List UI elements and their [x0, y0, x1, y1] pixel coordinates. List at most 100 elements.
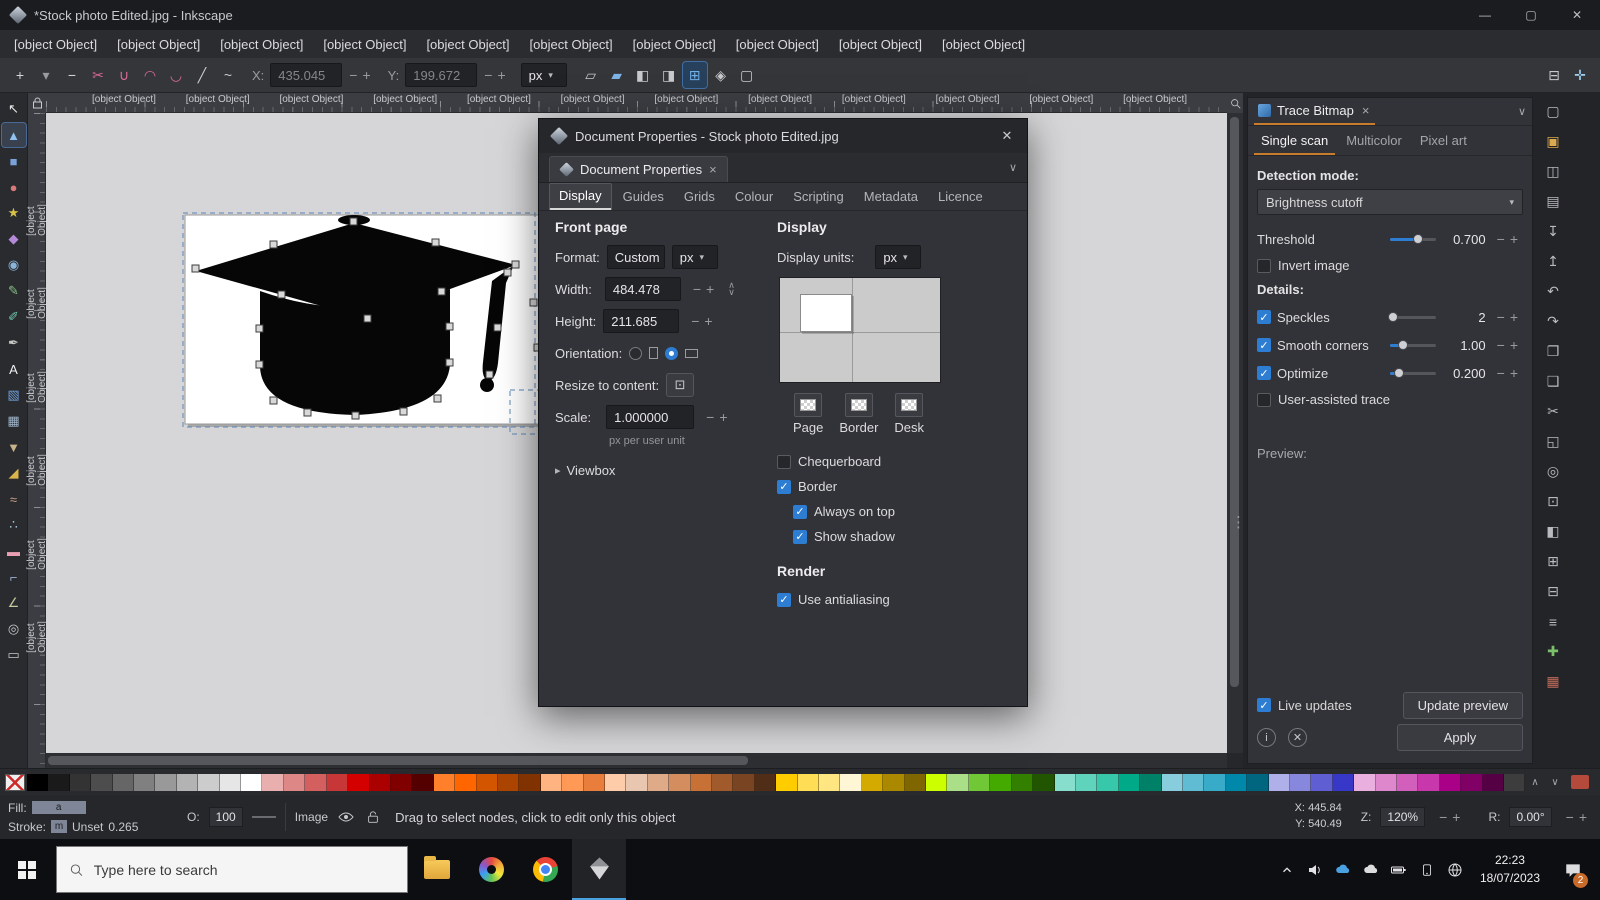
layer-name[interactable]: Image: [295, 810, 328, 824]
palette-swatch[interactable]: [1418, 774, 1439, 791]
menu-item[interactable]: [object Object]: [726, 33, 829, 56]
trace-panel-tab[interactable]: Trace Bitmap ×: [1254, 99, 1375, 125]
dialog-close-button[interactable]: ✕: [987, 119, 1027, 153]
unit-dropdown[interactable]: px ▾: [521, 63, 567, 87]
checkbox-icon[interactable]: [1257, 366, 1271, 380]
show-clip-icon[interactable]: ◧: [631, 62, 655, 88]
cut-icon[interactable]: ✂: [1540, 399, 1566, 424]
opacity-input[interactable]: 100: [209, 807, 243, 827]
palette-swatch[interactable]: [541, 774, 562, 791]
pages-tool[interactable]: ▭: [2, 643, 26, 667]
palette-swatch[interactable]: [305, 774, 326, 791]
insert-node-icon[interactable]: +: [8, 62, 32, 88]
palette-swatch[interactable]: [1440, 774, 1461, 791]
palette-swatch[interactable]: [819, 774, 840, 791]
zoom-drawing-icon[interactable]: ◎: [1540, 459, 1566, 484]
text-tool[interactable]: A: [2, 357, 26, 381]
menu-item[interactable]: [object Object]: [932, 33, 1035, 56]
scale-spinner[interactable]: [701, 409, 732, 425]
palette-swatch[interactable]: [1311, 774, 1332, 791]
detail-spinner[interactable]: [1492, 309, 1523, 325]
palette-swatch[interactable]: [477, 774, 498, 791]
insert-node-menu-icon[interactable]: ▾: [34, 62, 58, 88]
stroke-swatch[interactable]: m: [51, 820, 67, 833]
width-spinner[interactable]: [688, 281, 719, 297]
palette-swatch[interactable]: [755, 774, 776, 791]
detail-slider[interactable]: [1390, 316, 1436, 319]
copy-icon[interactable]: ❐: [1540, 339, 1566, 364]
info-icon[interactable]: i: [1257, 728, 1276, 747]
spray-tool[interactable]: ∴: [2, 513, 26, 537]
palette-swatch[interactable]: [1269, 774, 1290, 791]
pencil-tool[interactable]: ✎: [2, 279, 26, 303]
opacity-slider[interactable]: [252, 816, 276, 818]
palette-swatch[interactable]: [1033, 774, 1054, 791]
chrome-button[interactable]: [518, 839, 572, 900]
mesh-tool[interactable]: ▦: [2, 409, 26, 433]
palette-swatch[interactable]: [990, 774, 1011, 791]
palette-swatch[interactable]: [1333, 774, 1354, 791]
new-document-icon[interactable]: ▢: [1540, 99, 1566, 124]
dropper-tool[interactable]: ▼: [2, 435, 26, 459]
palette-swatch[interactable]: [1461, 774, 1482, 791]
export-icon[interactable]: ↥: [1540, 249, 1566, 274]
connector-tool[interactable]: ⌐: [2, 565, 26, 589]
show-shadow-checkbox[interactable]: Show shadow: [793, 524, 1015, 549]
menu-item[interactable]: [object Object]: [520, 33, 623, 56]
live-updates-checkbox[interactable]: [1257, 698, 1271, 712]
palette-swatch[interactable]: [1290, 774, 1311, 791]
palette-swatch[interactable]: [155, 774, 176, 791]
display-units-dropdown[interactable]: px ▾: [875, 245, 921, 269]
dialog-tab-grids[interactable]: Grids: [675, 185, 724, 209]
taskbar-clock[interactable]: 22:23 18/07/2023: [1470, 852, 1550, 887]
ellipse-tool[interactable]: ●: [2, 175, 26, 199]
apply-button[interactable]: Apply: [1397, 724, 1523, 751]
eraser-tool[interactable]: ▬: [2, 539, 26, 563]
make-curve-icon[interactable]: ~: [216, 62, 240, 88]
palette-swatch[interactable]: [1483, 774, 1504, 791]
palette-swatch[interactable]: [733, 774, 754, 791]
menu-item[interactable]: [object Object]: [4, 33, 107, 56]
palette-swatch[interactable]: [926, 774, 947, 791]
ruler-zoom-icon[interactable]: [1227, 93, 1243, 113]
update-preview-button[interactable]: Update preview: [1403, 692, 1523, 719]
border-checkbox[interactable]: Border: [777, 474, 1015, 499]
transform-handles-icon[interactable]: ⊞: [683, 62, 707, 88]
palette-swatch[interactable]: [669, 774, 690, 791]
menu-item[interactable]: [object Object]: [829, 33, 932, 56]
palette-swatch[interactable]: [455, 774, 476, 791]
palette-swatch[interactable]: [70, 774, 91, 791]
width-input[interactable]: 484.478: [605, 277, 681, 301]
height-input[interactable]: 211.685: [603, 309, 679, 333]
snap-controls-icon[interactable]: ✛: [1568, 62, 1592, 88]
vertical-ruler[interactable]: [object Object][object Object][object Ob…: [28, 113, 46, 768]
color-app-button[interactable]: [464, 839, 518, 900]
palette-swatch[interactable]: [1012, 774, 1033, 791]
dialog-tab-colour[interactable]: Colour: [726, 185, 782, 209]
join-path-icon[interactable]: ∪: [112, 62, 136, 88]
box3d-tool[interactable]: ◆: [2, 227, 26, 251]
taskbar-search[interactable]: [56, 846, 408, 893]
horizontal-scrollbar[interactable]: [46, 753, 1227, 768]
palette-swatch[interactable]: [134, 774, 155, 791]
inkscape-taskbar-button[interactable]: [572, 839, 626, 900]
group-icon[interactable]: ⊞: [1540, 549, 1566, 574]
rotation-spinner[interactable]: [1561, 809, 1592, 825]
threshold-spinner[interactable]: [1492, 231, 1523, 247]
portrait-radio[interactable]: [629, 347, 642, 360]
zoom-spinner[interactable]: [1434, 809, 1465, 825]
dialog-tab-scripting[interactable]: Scripting: [784, 185, 853, 209]
palette-swatch[interactable]: [177, 774, 198, 791]
zoom-input[interactable]: 120%: [1380, 807, 1425, 827]
swatches-icon[interactable]: ▦: [1540, 669, 1566, 694]
detail-slider[interactable]: [1390, 344, 1436, 347]
battery-icon[interactable]: [1386, 850, 1412, 890]
minimize-button[interactable]: —: [1462, 0, 1508, 30]
show-mask-icon[interactable]: ◨: [657, 62, 681, 88]
palette-swatch[interactable]: [1247, 774, 1268, 791]
color-picker-button[interactable]: [794, 393, 822, 417]
show-outline-icon[interactable]: ▢: [735, 62, 759, 88]
calligraphy-tool[interactable]: ✒: [2, 331, 26, 355]
tray-expand-icon[interactable]: [1274, 850, 1300, 890]
file-explorer-button[interactable]: [410, 839, 464, 900]
